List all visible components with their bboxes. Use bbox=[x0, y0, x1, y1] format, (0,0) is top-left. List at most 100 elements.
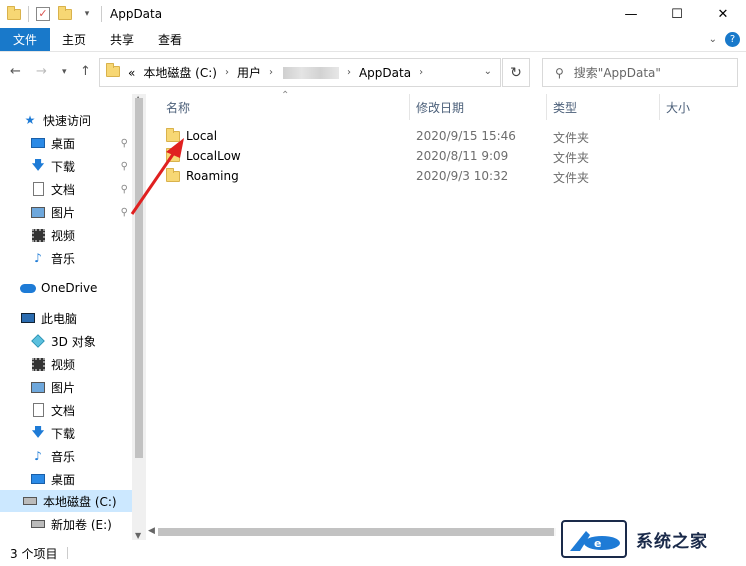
search-icon: ⚲ bbox=[555, 65, 564, 80]
breadcrumb-users[interactable]: 用户 bbox=[237, 64, 261, 81]
table-row[interactable]: Roaming 2020/9/3 10:32 文件夹 bbox=[166, 166, 726, 186]
pin-icon[interactable]: ⚲ bbox=[121, 207, 128, 218]
nav-item-desktop[interactable]: 桌面 ⚲ bbox=[0, 132, 132, 154]
column-header-size[interactable]: 大小 bbox=[666, 94, 690, 120]
refresh-button[interactable]: ↻ bbox=[502, 58, 530, 87]
table-row[interactable]: LocalLow 2020/8/11 9:09 文件夹 bbox=[166, 146, 726, 166]
tab-share[interactable]: 共享 bbox=[98, 28, 146, 51]
pin-icon[interactable]: ⚲ bbox=[121, 138, 128, 149]
cloud-icon bbox=[20, 280, 36, 296]
tab-view[interactable]: 查看 bbox=[146, 28, 194, 51]
folder-icon bbox=[166, 127, 180, 142]
computer-icon bbox=[20, 310, 36, 326]
desktop-icon bbox=[30, 471, 46, 487]
nav-label: 桌面 bbox=[51, 472, 76, 487]
nav-label: 本地磁盘 (C:) bbox=[43, 494, 117, 509]
download-icon: 🡇 bbox=[31, 424, 45, 439]
forward-arrow-icon[interactable]: → bbox=[36, 64, 47, 79]
file-name: Local bbox=[166, 127, 217, 143]
column-header-date[interactable]: 修改日期 bbox=[416, 94, 464, 120]
column-divider[interactable] bbox=[409, 94, 410, 120]
help-icon[interactable]: ? bbox=[725, 32, 740, 47]
chevron-down-icon[interactable]: ⌄ bbox=[484, 66, 492, 77]
nav-label: 图片 bbox=[51, 380, 76, 395]
nav-item-drive-e[interactable]: 新加卷 (E:) bbox=[0, 513, 132, 535]
maximize-button[interactable]: ☐ bbox=[654, 0, 700, 28]
watermark-text: 系统之家 bbox=[636, 531, 708, 552]
file-name-text: LocalLow bbox=[186, 149, 241, 163]
scrollbar-thumb[interactable] bbox=[135, 98, 143, 458]
column-header-name[interactable]: 名称 bbox=[166, 94, 190, 120]
address-bar[interactable]: « 本地磁盘 (C:) › 用户 › › AppData › ⌄ bbox=[99, 58, 501, 87]
breadcrumb-overflow[interactable]: « bbox=[128, 66, 135, 80]
back-arrow-icon[interactable]: ← bbox=[10, 64, 21, 79]
divider bbox=[67, 547, 69, 559]
minimize-button[interactable]: — bbox=[608, 0, 654, 28]
scrollbar-thumb[interactable] bbox=[158, 528, 556, 536]
svg-text:e: e bbox=[594, 537, 601, 550]
nav-item-music[interactable]: ♪ 音乐 bbox=[0, 247, 132, 269]
file-name: LocalLow bbox=[166, 147, 241, 163]
nav-item-documents[interactable]: 文档 bbox=[0, 399, 132, 421]
column-header-type[interactable]: 类型 bbox=[553, 94, 577, 120]
nav-item-pictures[interactable]: 图片 ⚲ bbox=[0, 201, 132, 223]
file-name-text: Roaming bbox=[186, 169, 239, 183]
column-divider[interactable] bbox=[546, 94, 547, 120]
chevron-right-icon[interactable]: › bbox=[419, 67, 423, 78]
nav-scrollbar[interactable]: ▲ ▼ bbox=[132, 94, 146, 540]
table-row[interactable]: Local 2020/9/15 15:46 文件夹 bbox=[166, 126, 726, 146]
breadcrumb-appdata[interactable]: AppData bbox=[359, 66, 411, 80]
nav-label: 下载 bbox=[51, 426, 76, 441]
blurred-username bbox=[282, 66, 339, 79]
search-box[interactable]: ⚲ 搜索"AppData" bbox=[542, 58, 738, 87]
item-count: 3 个项目 bbox=[10, 546, 58, 561]
nav-item-desktop[interactable]: 桌面 bbox=[0, 468, 132, 490]
divider bbox=[101, 6, 102, 22]
music-icon: ♪ bbox=[34, 449, 42, 463]
nav-label: 3D 对象 bbox=[51, 334, 96, 349]
chevron-right-icon[interactable]: › bbox=[347, 67, 351, 78]
column-divider[interactable] bbox=[659, 94, 660, 120]
navigation-pane: ★ 快速访问 桌面 ⚲ 🡇 下载 ⚲ 文档 ⚲ 图片 ⚲ 视频 ♪ 音乐 One… bbox=[0, 94, 146, 540]
video-icon bbox=[30, 356, 46, 372]
desktop-icon bbox=[30, 135, 46, 151]
nav-label: 文档 bbox=[51, 403, 76, 418]
pin-icon[interactable]: ⚲ bbox=[121, 184, 128, 195]
file-date: 2020/8/11 9:09 bbox=[416, 149, 509, 163]
nav-label: OneDrive bbox=[41, 281, 98, 295]
nav-label: 下载 bbox=[51, 159, 76, 174]
expand-ribbon-icon[interactable]: ⌄ bbox=[709, 34, 717, 45]
nav-item-videos[interactable]: 视频 bbox=[0, 224, 132, 246]
cube-icon bbox=[30, 333, 46, 349]
nav-label: 音乐 bbox=[51, 251, 76, 266]
nav-item-drive-c[interactable]: 本地磁盘 (C:) bbox=[0, 490, 132, 512]
close-button[interactable]: ✕ bbox=[700, 0, 746, 28]
nav-item-pictures[interactable]: 图片 bbox=[0, 376, 132, 398]
breadcrumb-drive[interactable]: 本地磁盘 (C:) bbox=[143, 64, 217, 81]
folder-icon bbox=[166, 167, 180, 182]
tab-file[interactable]: 文件 bbox=[0, 28, 51, 51]
nav-item-downloads[interactable]: 🡇 下载 ⚲ bbox=[0, 155, 132, 177]
scroll-left-icon[interactable]: ◀ bbox=[148, 526, 155, 536]
watermark: e 系统之家 bbox=[554, 512, 746, 566]
recent-locations-icon[interactable]: ▾ bbox=[62, 67, 67, 77]
ribbon-tabs: 文件 主页 共享 查看 ⌄ ? bbox=[0, 28, 746, 52]
file-type: 文件夹 bbox=[553, 151, 590, 165]
star-icon: ★ bbox=[24, 113, 36, 127]
nav-label: 图片 bbox=[51, 205, 76, 220]
chevron-right-icon[interactable]: › bbox=[269, 67, 273, 78]
customize-toolbar-icon[interactable]: ▾ bbox=[79, 6, 95, 22]
nav-item-3d-objects[interactable]: 3D 对象 bbox=[0, 330, 132, 352]
scroll-down-icon[interactable]: ▼ bbox=[135, 531, 141, 540]
divider bbox=[28, 6, 29, 22]
nav-item-music[interactable]: ♪ 音乐 bbox=[0, 445, 132, 467]
properties-icon[interactable]: ✓ bbox=[35, 6, 51, 22]
new-folder-icon[interactable] bbox=[57, 5, 73, 22]
up-arrow-icon[interactable]: ↑ bbox=[80, 64, 91, 79]
nav-item-documents[interactable]: 文档 ⚲ bbox=[0, 178, 132, 200]
pin-icon[interactable]: ⚲ bbox=[121, 161, 128, 172]
tab-home[interactable]: 主页 bbox=[50, 28, 98, 51]
chevron-right-icon[interactable]: › bbox=[225, 67, 229, 78]
nav-item-videos[interactable]: 视频 bbox=[0, 353, 132, 375]
nav-item-downloads[interactable]: 🡇 下载 bbox=[0, 422, 132, 444]
